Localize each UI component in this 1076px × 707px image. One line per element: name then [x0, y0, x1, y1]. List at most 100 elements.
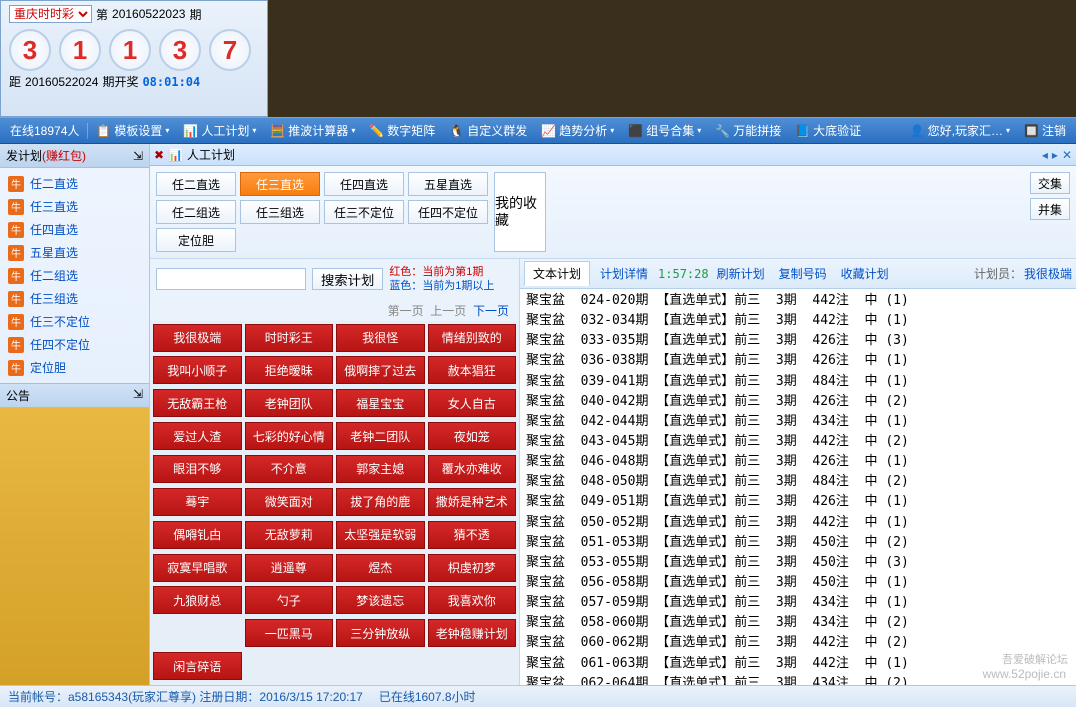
- status-bar: 当前帐号：a58165343(玩家汇尊享) 注册日期：2016/3/15 17:…: [0, 685, 1076, 707]
- sidebar-item-7[interactable]: 牛任四不定位: [0, 333, 149, 356]
- tb-verify[interactable]: 📘大底验证: [789, 122, 867, 139]
- lottery-select[interactable]: 重庆时时彩: [9, 5, 92, 23]
- close-tab-icon[interactable]: ✖: [154, 148, 164, 162]
- subtab-text-plan[interactable]: 文本计划: [524, 261, 590, 286]
- plan-cell-28[interactable]: 寂寞早唱歌: [153, 554, 242, 582]
- tb-calculator[interactable]: 🧮推波计算器▾: [264, 122, 361, 139]
- plan-cell-32[interactable]: 九狼财总: [153, 586, 242, 614]
- search-button[interactable]: 搜索计划: [312, 268, 383, 290]
- plan-cell-18[interactable]: 郭家主媳: [336, 455, 425, 483]
- plan-cell-20[interactable]: 蓦宇: [153, 488, 242, 516]
- search-input[interactable]: [156, 268, 306, 290]
- plan-cell-23[interactable]: 撒娇是种艺术: [428, 488, 517, 516]
- tb-trend[interactable]: 📈趋势分析▾: [535, 122, 620, 139]
- plan-cell-6[interactable]: 俄啊摔了过去: [336, 356, 425, 384]
- category-2[interactable]: 任四直选: [324, 172, 404, 196]
- union-button[interactable]: 并集: [1030, 198, 1070, 220]
- ball-2: 1: [59, 29, 101, 71]
- tab-prev-icon[interactable]: ◂: [1042, 148, 1048, 162]
- plan-cell-26[interactable]: 太坚强是软弱: [336, 521, 425, 549]
- sidebar-item-0[interactable]: 牛任二直选: [0, 172, 149, 195]
- plan-cell-14[interactable]: 老钟二团队: [336, 422, 425, 450]
- category-0[interactable]: 任二直选: [156, 172, 236, 196]
- plan-cell-11[interactable]: 女人自古: [428, 389, 517, 417]
- sidebar-item-2[interactable]: 牛任四直选: [0, 218, 149, 241]
- category-7[interactable]: 任四不定位: [408, 200, 488, 224]
- tab-next-icon[interactable]: ▸: [1052, 148, 1058, 162]
- tb-manual-plan[interactable]: 📊人工计划▾: [177, 122, 262, 139]
- tb-template[interactable]: 📋模板设置▾: [90, 122, 175, 139]
- badge-icon: 牛: [8, 268, 24, 284]
- plan-cell-2[interactable]: 我很怪: [336, 324, 425, 352]
- badge-icon: 牛: [8, 176, 24, 192]
- plan-cell-19[interactable]: 覆水亦难收: [428, 455, 517, 483]
- pager: 第一页 上一页 下一页: [150, 300, 519, 321]
- plan-cell-4[interactable]: 我叫小顺子: [153, 356, 242, 384]
- badge-icon: 牛: [8, 337, 24, 353]
- sidebar-item-6[interactable]: 牛任三不定位: [0, 310, 149, 333]
- pin-icon[interactable]: ⇲: [133, 149, 143, 163]
- plan-cell-29[interactable]: 逍遥尊: [245, 554, 334, 582]
- plan-cell-35[interactable]: 我喜欢你: [428, 586, 517, 614]
- tb-combo[interactable]: ⬛组号合集▾: [622, 122, 707, 139]
- plan-cell-39[interactable]: 老钟稳赚计划: [428, 619, 517, 647]
- refresh-plan-link[interactable]: 刷新计划: [711, 265, 771, 282]
- lottery-header: 重庆时时彩 第 20160522023 期 3 1 1 3 7 距 201605…: [0, 0, 268, 117]
- category-4[interactable]: 任二组选: [156, 200, 236, 224]
- plan-cell-8[interactable]: 无敌霸王枪: [153, 389, 242, 417]
- announce-pin-icon[interactable]: ⇲: [133, 387, 143, 404]
- data-row-16: 聚宝盆 058-060期 【直选单式】前三 3期 434注 中 (2): [526, 613, 1070, 633]
- tb-logout[interactable]: 🔲注销: [1018, 122, 1072, 139]
- category-3[interactable]: 五星直选: [408, 172, 488, 196]
- plan-cell-5[interactable]: 拒绝暧昧: [245, 356, 334, 384]
- plan-cell-33[interactable]: 勺子: [245, 586, 334, 614]
- result-balls: 3 1 1 3 7: [9, 29, 259, 71]
- plan-cell-30[interactable]: 煜杰: [336, 554, 425, 582]
- plan-cell-34[interactable]: 梦该遗忘: [336, 586, 425, 614]
- plan-cell-27[interactable]: 猜不透: [428, 521, 517, 549]
- plan-cell-12[interactable]: 爱过人渣: [153, 422, 242, 450]
- plan-cell-9[interactable]: 老钟团队: [245, 389, 334, 417]
- period-prefix: 第: [96, 6, 108, 23]
- tb-stitch[interactable]: 🔧万能拼接: [709, 122, 787, 139]
- tb-group-send[interactable]: 🐧自定义群发: [443, 122, 533, 139]
- sidebar-item-4[interactable]: 牛任二组选: [0, 264, 149, 287]
- plan-cell-13[interactable]: 七彩的好心情: [245, 422, 334, 450]
- data-row-6: 聚宝盆 042-044期 【直选单式】前三 3期 434注 中 (1): [526, 412, 1070, 432]
- plan-cell-25[interactable]: 无敌萝莉: [245, 521, 334, 549]
- plan-cell-3[interactable]: 情绪别致的: [428, 324, 517, 352]
- plan-cell-22[interactable]: 拔了角的鹿: [336, 488, 425, 516]
- copy-numbers-link[interactable]: 复制号码: [773, 265, 833, 282]
- favorite-plan-link[interactable]: 收藏计划: [835, 265, 895, 282]
- plan-cell-31[interactable]: 枳虔初梦: [428, 554, 517, 582]
- plan-cell-7[interactable]: 赦本猖狂: [428, 356, 517, 384]
- intersect-button[interactable]: 交集: [1030, 172, 1070, 194]
- category-6[interactable]: 任三不定位: [324, 200, 404, 224]
- plan-cell-17[interactable]: 不介意: [245, 455, 334, 483]
- plan-cell-15[interactable]: 夜如笼: [428, 422, 517, 450]
- plan-cell-1[interactable]: 时时彩王: [245, 324, 334, 352]
- plan-cell-40[interactable]: 闲言碎语: [153, 652, 242, 680]
- sidebar-item-1[interactable]: 牛任三直选: [0, 195, 149, 218]
- plan-cell-38[interactable]: 三分钟放纵: [336, 619, 425, 647]
- subtab-plan-detail[interactable]: 计划详情: [592, 262, 656, 285]
- plan-cell-16[interactable]: 眼泪不够: [153, 455, 242, 483]
- plan-cell-37[interactable]: 一匹黑马: [245, 619, 334, 647]
- pager-next[interactable]: 下一页: [473, 304, 509, 318]
- favorites-button[interactable]: 我的收藏: [494, 172, 546, 252]
- sidebar-item-5[interactable]: 牛任三组选: [0, 287, 149, 310]
- sidebar-item-3[interactable]: 牛五星直选: [0, 241, 149, 264]
- category-5[interactable]: 任三组选: [240, 200, 320, 224]
- plan-cell-24[interactable]: 偶嘚钆甴: [153, 521, 242, 549]
- tb-matrix[interactable]: ✏️数字矩阵: [363, 122, 441, 139]
- plan-cell-21[interactable]: 微笑面对: [245, 488, 334, 516]
- data-row-1: 聚宝盆 032-034期 【直选单式】前三 3期 442注 中 (1): [526, 311, 1070, 331]
- category-1[interactable]: 任三直选: [240, 172, 320, 196]
- plan-text-list[interactable]: 聚宝盆 024-020期 【直选单式】前三 3期 442注 中 (1)聚宝盆 0…: [520, 289, 1076, 685]
- tb-greeting[interactable]: 👤您好,玩家汇…▾: [904, 122, 1016, 139]
- plan-cell-10[interactable]: 福星宝宝: [336, 389, 425, 417]
- sidebar-item-8[interactable]: 牛定位胆: [0, 356, 149, 379]
- tab-close-all-icon[interactable]: ✕: [1062, 148, 1072, 162]
- plan-cell-0[interactable]: 我很极端: [153, 324, 242, 352]
- category-8[interactable]: 定位胆: [156, 228, 236, 252]
